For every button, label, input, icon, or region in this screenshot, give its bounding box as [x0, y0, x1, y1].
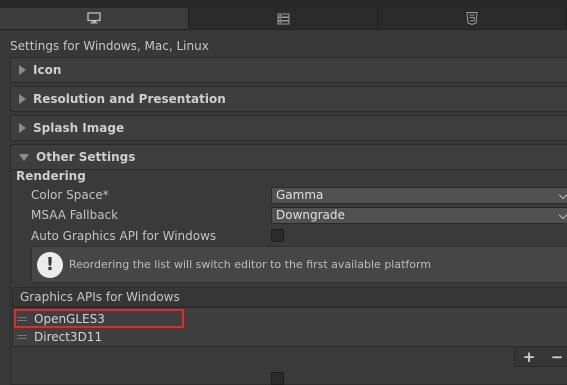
- help-box-message: Reordering the list will switch editor t…: [69, 258, 432, 271]
- msaa-fallback-dropdown[interactable]: Downgrade: [271, 207, 567, 224]
- foldout-label: Other Settings: [36, 150, 136, 164]
- drag-handle-icon[interactable]: [17, 335, 27, 339]
- html5-icon: [466, 12, 478, 25]
- tab-standalone[interactable]: [0, 8, 189, 29]
- foldout-other-settings[interactable]: Other Settings: [10, 144, 567, 170]
- auto-graphics-api-label: Auto Graphics API for Windows: [31, 229, 217, 243]
- chevron-down-icon: [558, 190, 567, 200]
- foldout-arrow-icon: [19, 65, 26, 75]
- foldout-icon[interactable]: Icon: [10, 57, 567, 83]
- help-box: ! Reordering the list will switch editor…: [31, 246, 567, 283]
- warning-info-icon: !: [37, 251, 63, 278]
- list-footer: + −: [514, 347, 567, 367]
- tab-dedicated-server[interactable]: [189, 8, 378, 29]
- color-space-label: Color Space*: [31, 188, 109, 202]
- foldout-resolution-presentation[interactable]: Resolution and Presentation: [10, 86, 567, 112]
- graphics-apis-list-header: Graphics APIs for Windows: [12, 287, 567, 307]
- list-item[interactable]: Direct3D11: [17, 330, 102, 344]
- tab-webgl[interactable]: [378, 8, 567, 29]
- rendering-heading: Rendering: [16, 169, 86, 183]
- foldout-label: Resolution and Presentation: [33, 92, 226, 106]
- monitor-icon: [87, 11, 101, 23]
- platform-tabs: [0, 8, 567, 30]
- msaa-fallback-label: MSAA Fallback: [31, 208, 119, 222]
- color-space-value: Gamma: [276, 188, 324, 202]
- server-icon: [277, 13, 289, 24]
- foldout-splash-image[interactable]: Splash Image: [10, 115, 567, 141]
- foldout-arrow-icon: [19, 94, 26, 104]
- chevron-down-icon: [558, 210, 567, 220]
- settings-header: Settings for Windows, Mac, Linux: [10, 39, 209, 53]
- foldout-label: Icon: [33, 63, 62, 77]
- window-top-strip: [0, 0, 567, 8]
- msaa-fallback-value: Downgrade: [276, 208, 345, 222]
- color-space-dropdown[interactable]: Gamma: [271, 187, 567, 204]
- selection-highlight: [14, 309, 184, 328]
- foldout-arrow-icon: [19, 123, 26, 133]
- add-item-button[interactable]: +: [523, 349, 536, 364]
- list-item-label: Direct3D11: [34, 330, 103, 344]
- partial-checkbox[interactable]: [271, 372, 284, 385]
- remove-item-button[interactable]: −: [551, 349, 564, 364]
- foldout-arrow-expanded-icon: [19, 153, 29, 161]
- auto-graphics-api-checkbox[interactable]: [271, 229, 284, 242]
- foldout-label: Splash Image: [33, 121, 125, 135]
